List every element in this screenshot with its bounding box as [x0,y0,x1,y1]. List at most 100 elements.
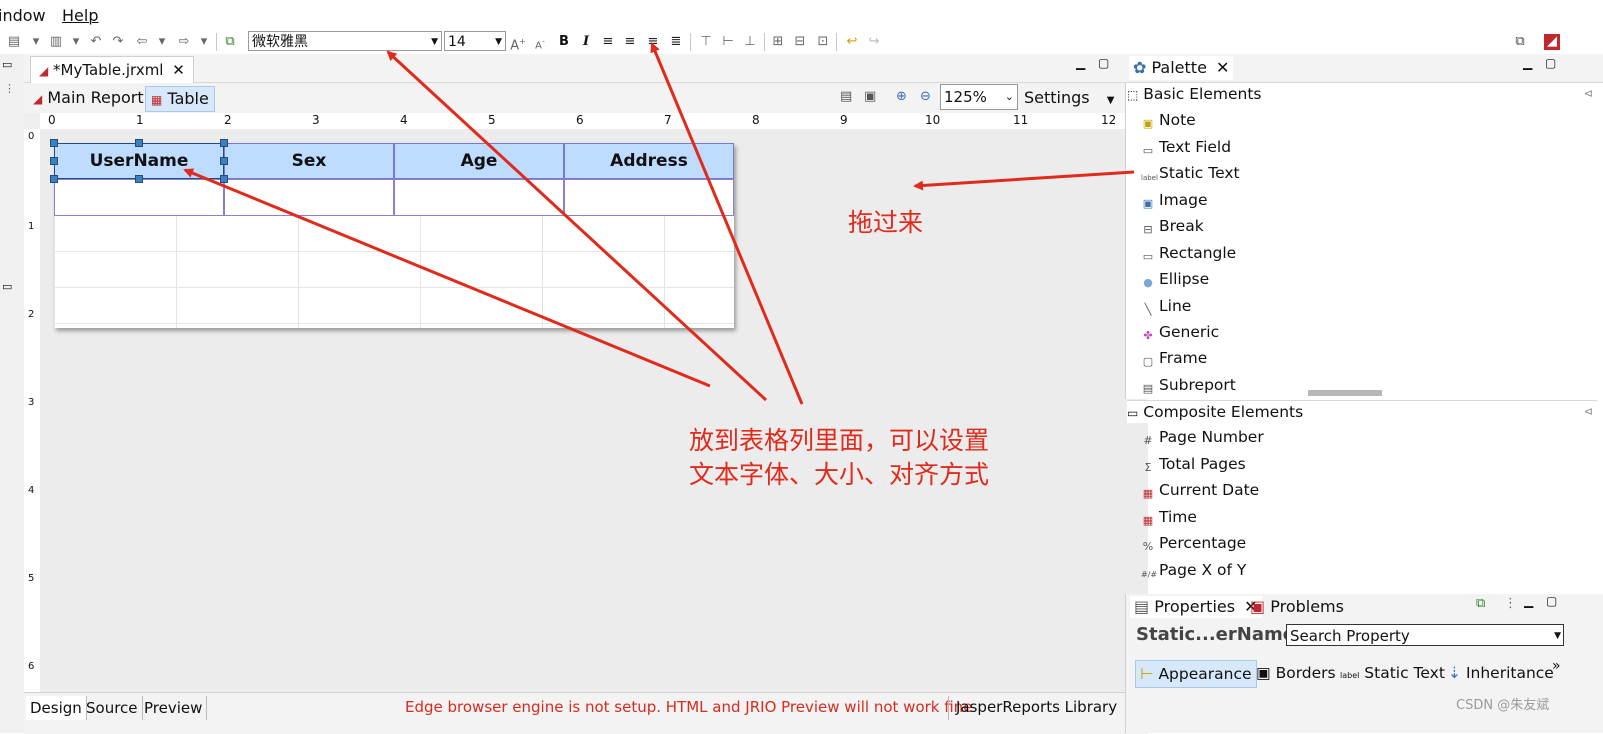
table-header-cell[interactable]: Address [564,143,734,179]
tab-appearance[interactable]: ⊢ Appearance [1135,660,1257,688]
tab-main-report[interactable]: ◢ Main Report [28,86,149,110]
align-right-icon[interactable]: ≡ [645,34,661,50]
tab-problems[interactable]: ▣ Problems [1250,596,1344,618]
open-perspective-icon[interactable]: ⧉ [1512,34,1528,50]
close-icon[interactable]: ✕ [1216,58,1229,77]
align-left-icon[interactable]: ≡ [600,34,616,50]
tab-borders[interactable]: ▣ Borders [1256,660,1336,686]
palette-item-time[interactable]: ▦ Time [1141,506,1197,528]
palette-item-ellipse[interactable]: ● Ellipse [1141,268,1209,290]
tab-design[interactable]: Design [26,696,87,720]
tab-table[interactable]: ▦ Table [145,86,215,112]
zoom-select[interactable]: 125% ⌄ [940,84,1018,110]
tab-preview[interactable]: Preview [140,696,208,720]
table-header-cell[interactable]: Sex [224,143,394,179]
align-bottom-icon[interactable]: ⊥ [742,34,758,50]
palette-item-current-date[interactable]: ▦ Current Date [1141,479,1259,501]
table-detail-cell[interactable] [54,179,224,216]
dropdown-icon[interactable]: ▾ [68,34,84,50]
table-detail-cell[interactable] [564,179,734,216]
more-icon[interactable]: ⋮ [4,82,15,95]
dropdown-icon[interactable]: ▾ [196,34,212,50]
palette-item-rectangle[interactable]: ▭ Rectangle [1141,242,1236,264]
palette-item-page-x-of-y[interactable]: #/# Page X of Y [1141,559,1246,581]
collapse-icon[interactable]: ⊲ [1584,401,1593,423]
table-detail-cell[interactable] [224,179,394,216]
align-justify-icon[interactable]: ≣ [668,34,684,50]
palette-item-break[interactable]: ⊟ Break [1141,215,1203,237]
group-icon[interactable]: ⊡ [815,34,831,50]
undo-arrow-icon[interactable]: ↩ [844,34,860,50]
table-header-cell[interactable]: UserName [54,143,224,179]
tab-static-text[interactable]: label Static Text [1340,660,1445,686]
tab-palette[interactable]: ✿ Palette ✕ [1129,56,1234,80]
resize-handle[interactable] [135,139,143,147]
minimize-icon[interactable]: ▁ [1523,56,1532,70]
maximize-icon[interactable]: ▢ [1098,56,1109,70]
dropdown-icon[interactable]: ▾ [154,34,170,50]
palette-item-total-pages[interactable]: Σ Total Pages [1141,453,1246,475]
resize-handle[interactable] [50,139,58,147]
table-detail-cell[interactable] [394,179,564,216]
menu-help[interactable]: Help [62,6,98,25]
palette-item-subreport[interactable]: ▤ Subreport [1141,374,1236,396]
redo-icon[interactable]: ↷ [110,34,126,50]
dropdown-icon[interactable]: ▾ [28,34,44,50]
palette-item-static-text[interactable]: labelStatic Text [1141,162,1240,184]
palette-item-page-number[interactable]: # Page Number [1141,426,1263,448]
palette-item-percentage[interactable]: % Percentage [1141,532,1246,554]
font-size-select[interactable]: 14 ▼ [444,31,506,51]
undo-icon[interactable]: ↶ [88,34,104,50]
print-icon[interactable]: ▥ [48,34,64,50]
minimize-icon[interactable]: ▁ [1076,56,1085,70]
editor-file-tab[interactable]: ◢ *MyTable.jrxml ✕ [30,56,194,83]
more-icon[interactable]: ⋮ [1504,596,1517,611]
decrease-font-icon[interactable]: A- [532,34,548,51]
stretch-icon[interactable]: ⊞ [770,34,786,50]
menu-window[interactable]: indow [0,6,46,25]
tab-inheritance[interactable]: ⇣ Inheritance [1448,660,1554,686]
bold-button[interactable]: B [556,34,572,50]
scroll-indicator[interactable] [1308,390,1382,396]
table-header-cell[interactable]: Age [394,143,564,179]
minimize-icon[interactable]: ▁ [1524,594,1533,608]
resize-handle[interactable] [220,157,228,165]
export-icon[interactable]: ▣ [864,89,876,104]
jasper-perspective-icon[interactable]: ◢ [1544,34,1560,50]
open-icon[interactable]: ⧉ [1476,596,1485,611]
composite-elements-section[interactable]: ▭ Composite Elements ⊲ [1127,400,1597,423]
palette-item-text-field[interactable]: ▭ Text Field [1141,136,1231,158]
palette-item-frame[interactable]: ▢ Frame [1141,347,1208,369]
italic-button[interactable]: I [578,34,594,50]
settings-button[interactable]: Settings ▼ [1024,88,1114,107]
open-perspective-icon[interactable]: ⧉ [222,34,238,50]
back-icon[interactable]: ⇦ [134,34,150,50]
resize-handle[interactable] [220,175,228,183]
tab-properties[interactable]: ▤ Properties ✕ [1130,596,1262,618]
restore-icon[interactable]: ▭ [2,280,12,293]
search-property-input[interactable]: Search Property ▼ [1286,624,1564,646]
zoom-out-icon[interactable]: ⊖ [920,89,931,104]
more-tabs-icon[interactable]: » [1552,658,1561,674]
palette-item-note[interactable]: ▣ Note [1141,109,1196,131]
size-icon[interactable]: ⊟ [792,34,808,50]
font-family-select[interactable]: 微软雅黑 ▼ [248,31,442,51]
maximize-icon[interactable]: ▢ [1545,56,1556,70]
palette-item-generic[interactable]: ✤ Generic [1141,321,1219,343]
save-icon[interactable]: ▤ [6,34,22,50]
basic-elements-section[interactable]: ⬚ Basic Elements ⊲ [1127,83,1597,105]
resize-handle[interactable] [50,175,58,183]
zoom-in-icon[interactable]: ⊕ [896,89,907,104]
align-top-icon[interactable]: ⊤ [698,34,714,50]
increase-font-icon[interactable]: A+ [510,34,526,53]
resize-handle[interactable] [220,139,228,147]
restore-icon[interactable]: ▭ [2,58,12,71]
maximize-icon[interactable]: ▢ [1546,594,1557,608]
collapse-icon[interactable]: ⊲ [1584,83,1593,105]
layout-icon[interactable]: ▤ [840,89,852,104]
palette-item-image[interactable]: ▣ Image [1141,189,1208,211]
tab-source[interactable]: Source [82,696,143,720]
redo-arrow-icon[interactable]: ↪ [866,34,882,50]
resize-handle[interactable] [50,157,58,165]
palette-item-line[interactable]: ╲ Line [1141,295,1192,317]
